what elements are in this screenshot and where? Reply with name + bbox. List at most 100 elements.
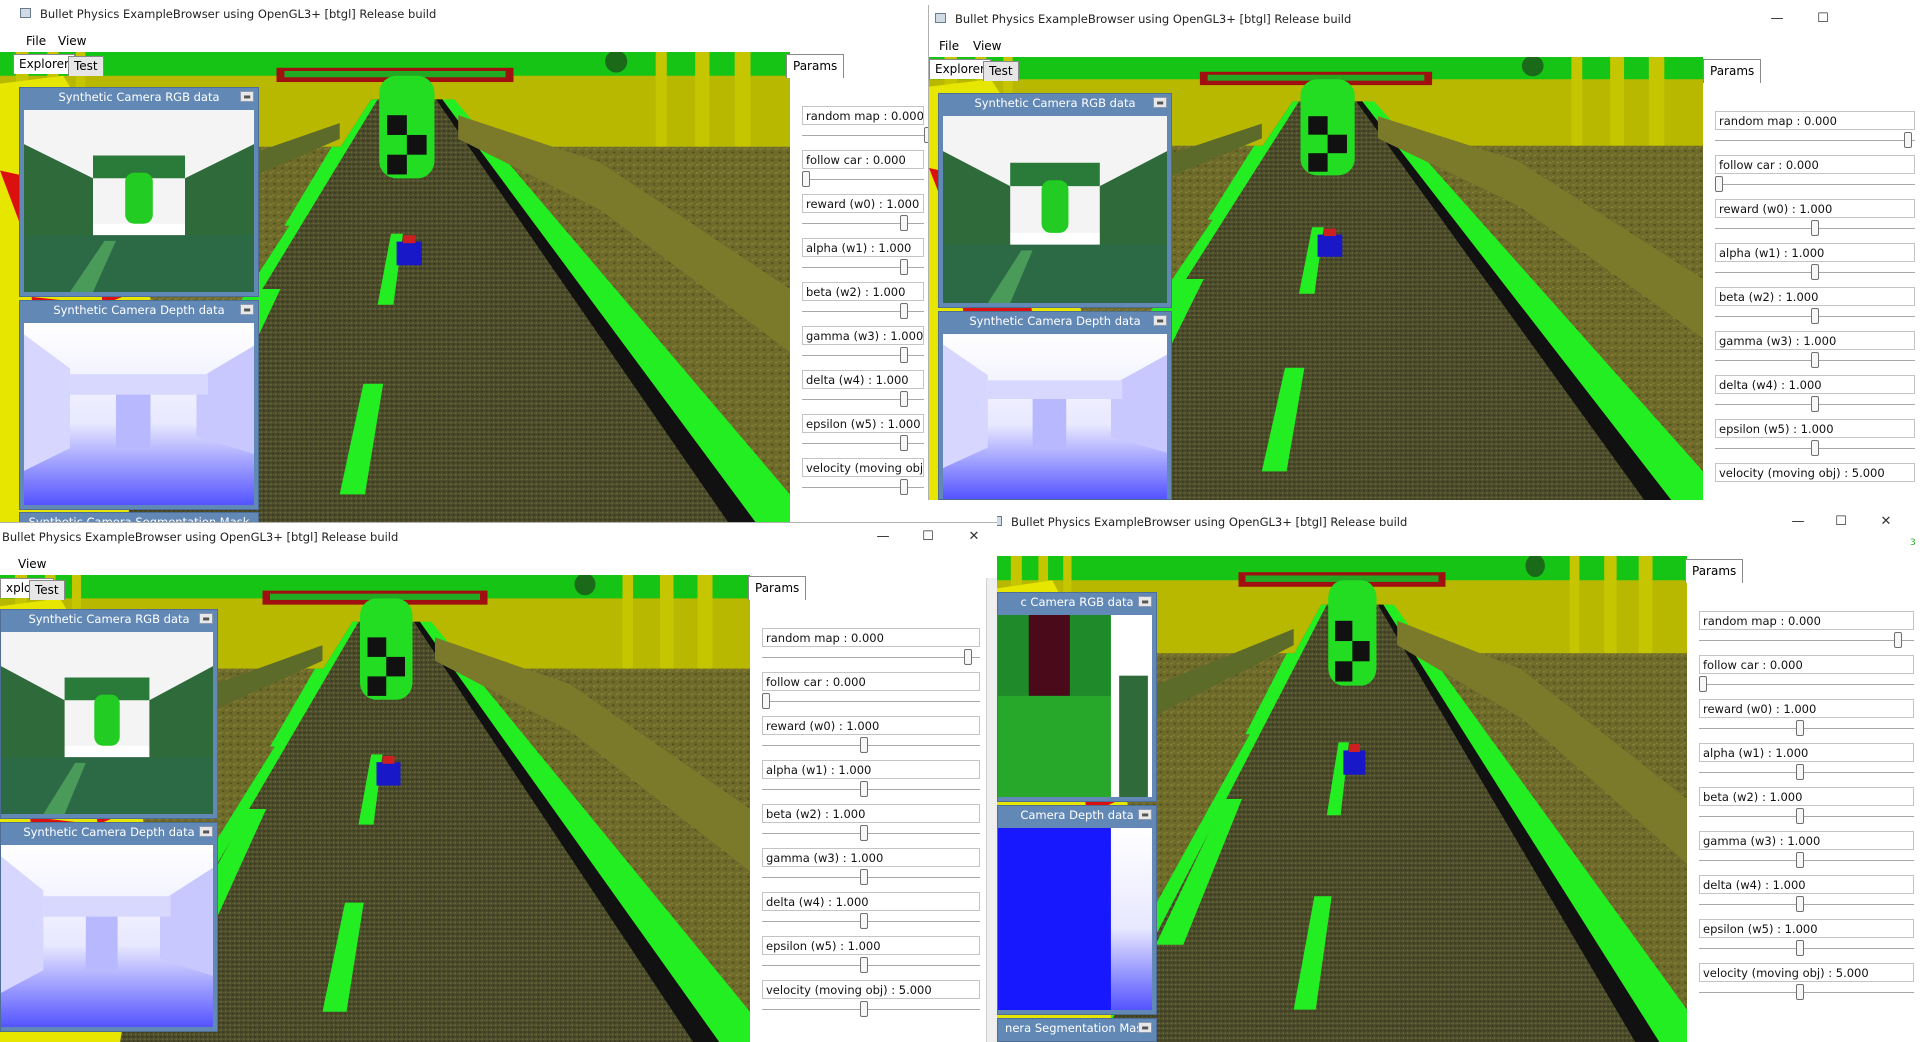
slider-thumb[interactable] [860, 869, 868, 885]
collapse-icon[interactable]: ▬ [199, 826, 213, 837]
param-field[interactable]: alpha (w1) : 1.000 [762, 760, 980, 779]
maximize-button[interactable]: ☐ [1806, 7, 1840, 29]
param-field[interactable]: reward (w0) : 1.000 [802, 194, 924, 213]
slider-thumb[interactable] [1811, 352, 1819, 368]
minimize-button[interactable]: — [1781, 510, 1815, 532]
slider-thumb[interactable] [1811, 220, 1819, 236]
param-field[interactable]: alpha (w1) : 1.000 [1715, 243, 1915, 262]
slider-thumb[interactable] [1796, 764, 1804, 780]
slider-thumb[interactable] [860, 957, 868, 973]
window-bottom-right[interactable]: Bullet Physics ExampleBrowser using Open… [997, 508, 1920, 1042]
slider-thumb[interactable] [860, 825, 868, 841]
param-field[interactable]: delta (w4) : 1.000 [1715, 375, 1915, 394]
slider-thumb[interactable] [900, 435, 908, 451]
slider-thumb[interactable] [1811, 308, 1819, 324]
tab-params[interactable]: Params [748, 576, 807, 600]
slider-thumb[interactable] [1796, 984, 1804, 1000]
collapse-icon[interactable]: ▬ [1138, 596, 1152, 607]
slider-thumb[interactable] [860, 1001, 868, 1017]
slider-thumb[interactable] [1796, 852, 1804, 868]
slider-thumb[interactable] [1811, 440, 1819, 456]
slider-thumb[interactable] [1796, 808, 1804, 824]
param-field[interactable]: delta (w4) : 1.000 [802, 370, 924, 389]
param-field[interactable]: gamma (w3) : 1.000 [802, 326, 924, 345]
collapse-icon[interactable]: ▬ [240, 304, 254, 315]
tab-explorer[interactable]: Explorer [13, 54, 75, 74]
collapse-icon[interactable]: ▬ [240, 91, 254, 102]
slider-thumb[interactable] [900, 479, 908, 495]
menu-file[interactable]: File [26, 34, 46, 48]
slider-thumb[interactable] [1811, 396, 1819, 412]
slider-thumb[interactable] [860, 737, 868, 753]
close-button[interactable]: ✕ [957, 525, 991, 547]
param-field[interactable]: epsilon (w5) : 1.000 [802, 414, 924, 433]
param-field[interactable]: beta (w2) : 1.000 [762, 804, 980, 823]
param-field[interactable]: random map : 0.000 [1715, 111, 1915, 130]
maximize-button[interactable]: ☐ [911, 525, 945, 547]
param-field[interactable]: reward (w0) : 1.000 [762, 716, 980, 735]
param-field[interactable]: epsilon (w5) : 1.000 [762, 936, 980, 955]
param-field[interactable]: velocity (moving obj) : 5.000 [1699, 963, 1914, 982]
collapse-icon[interactable]: ▬ [199, 613, 213, 624]
slider-thumb[interactable] [1811, 264, 1819, 280]
param-field[interactable]: epsilon (w5) : 1.000 [1699, 919, 1914, 938]
param-field[interactable]: beta (w2) : 1.000 [802, 282, 924, 301]
window-top-right[interactable]: Bullet Physics ExampleBrowser using Open… [928, 5, 1920, 500]
tab-params[interactable]: Params [786, 54, 845, 78]
param-field[interactable]: follow car : 0.000 [1699, 655, 1914, 674]
slider-thumb[interactable] [1715, 176, 1723, 192]
param-field[interactable]: velocity (moving obj) : 5.000 [762, 980, 980, 999]
tab-test[interactable]: Test [983, 61, 1019, 81]
slider-thumb[interactable] [900, 391, 908, 407]
param-field[interactable]: reward (w0) : 1.000 [1699, 699, 1914, 718]
param-field[interactable]: random map : 0.000 [802, 106, 924, 125]
slider-thumb[interactable] [900, 347, 908, 363]
slider-thumb[interactable] [1796, 720, 1804, 736]
slider-thumb[interactable] [860, 913, 868, 929]
param-field[interactable]: gamma (w3) : 1.000 [762, 848, 980, 867]
tab-test[interactable]: Test [29, 580, 65, 600]
slider-thumb[interactable] [964, 649, 972, 665]
collapse-icon[interactable]: ▬ [1153, 97, 1167, 108]
slider-thumb[interactable] [1796, 896, 1804, 912]
param-field[interactable]: follow car : 0.000 [802, 150, 924, 169]
param-field[interactable]: follow car : 0.000 [762, 672, 980, 691]
param-field[interactable]: gamma (w3) : 1.000 [1699, 831, 1914, 850]
window-top-left[interactable]: Bullet Physics ExampleBrowser using Open… [0, 0, 1000, 525]
param-field[interactable]: epsilon (w5) : 1.000 [1715, 419, 1915, 438]
slider-thumb[interactable] [762, 693, 770, 709]
tab-explorer[interactable]: Explorer [929, 59, 991, 79]
slider-thumb[interactable] [860, 781, 868, 797]
param-field[interactable]: velocity (moving obj) : 5.000 [1715, 463, 1915, 482]
tab-params[interactable]: Params [1703, 59, 1762, 83]
param-field[interactable]: random map : 0.000 [762, 628, 980, 647]
param-field[interactable]: follow car : 0.000 [1715, 155, 1915, 174]
menu-view[interactable]: View [18, 557, 46, 571]
slider-thumb[interactable] [900, 215, 908, 231]
param-field[interactable]: reward (w0) : 1.000 [1715, 199, 1915, 218]
title-bar[interactable]: Bullet Physics ExampleBrowser using Open… [997, 508, 1920, 536]
collapse-icon[interactable]: ▬ [1153, 315, 1167, 326]
slider-thumb[interactable] [802, 171, 810, 187]
param-field[interactable]: velocity (moving obj) [802, 458, 924, 477]
minimize-button[interactable]: — [866, 525, 900, 547]
param-field[interactable]: random map : 0.000 [1699, 611, 1914, 630]
menu-view[interactable]: View [58, 34, 86, 48]
tab-test[interactable]: Test [68, 56, 104, 76]
menu-file[interactable]: File [939, 39, 959, 53]
slider-thumb[interactable] [1699, 676, 1707, 692]
param-field[interactable]: delta (w4) : 1.000 [1699, 875, 1914, 894]
param-field[interactable]: delta (w4) : 1.000 [762, 892, 980, 911]
param-field[interactable]: alpha (w1) : 1.000 [1699, 743, 1914, 762]
slider-thumb[interactable] [900, 259, 908, 275]
param-field[interactable]: beta (w2) : 1.000 [1699, 787, 1914, 806]
title-bar[interactable]: Bullet Physics ExampleBrowser using Open… [929, 5, 1920, 33]
param-field[interactable]: gamma (w3) : 1.000 [1715, 331, 1915, 350]
param-field[interactable]: alpha (w1) : 1.000 [802, 238, 924, 257]
collapse-icon[interactable]: ▬ [1138, 809, 1152, 820]
maximize-button[interactable]: ☐ [1824, 510, 1858, 532]
param-field[interactable]: beta (w2) : 1.000 [1715, 287, 1915, 306]
menu-view[interactable]: View [973, 39, 1001, 53]
slider-thumb[interactable] [1796, 940, 1804, 956]
slider-thumb[interactable] [900, 303, 908, 319]
